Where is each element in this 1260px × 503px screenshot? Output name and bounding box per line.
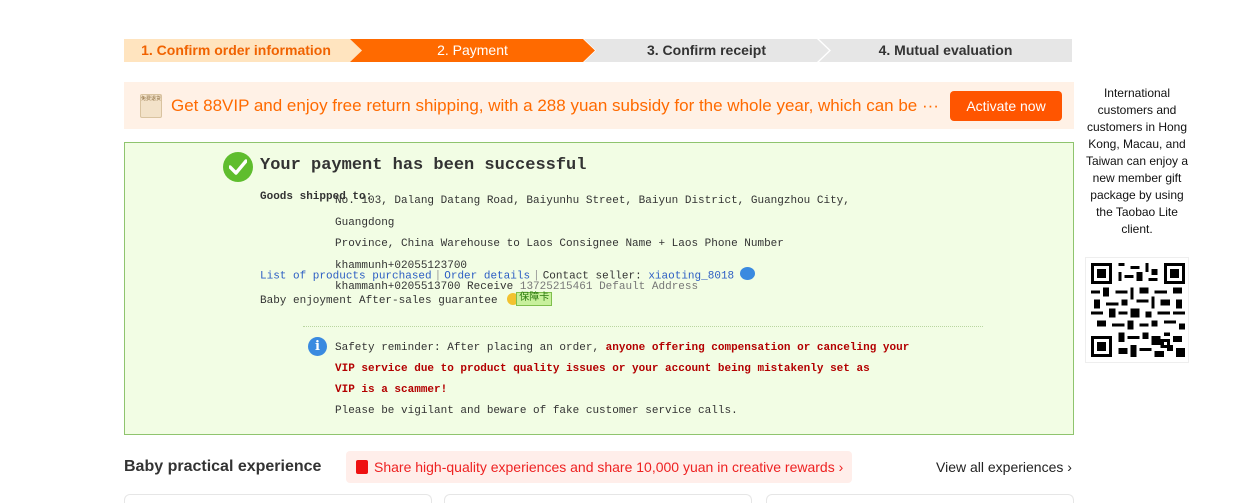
divider: | (533, 270, 540, 283)
safety-warning: VIP service due to product quality issue… (335, 363, 870, 375)
contact-seller-label: Contact seller: (542, 270, 642, 283)
address-line: No. 103, Dalang Datang Road, Baiyunhu St… (335, 195, 850, 229)
experience-card[interactable] (444, 494, 752, 503)
payment-success-panel: Your payment has been successful Goods s… (124, 142, 1074, 435)
experience-promo-banner[interactable]: Share high-quality experiences and share… (346, 451, 852, 483)
vip-banner: 免费退货 Get 88VIP and enjoy free return shi… (124, 82, 1074, 129)
activate-now-button[interactable]: Activate now (950, 91, 1062, 121)
order-details-link[interactable]: Order details (444, 270, 530, 282)
section-title: Baby practical experience (124, 458, 322, 475)
safety-warning: anyone offering compensation or cancelin… (605, 342, 910, 354)
chat-icon[interactable] (740, 267, 756, 280)
step-mutual-evaluation: 4. Mutual evaluation (819, 39, 1072, 62)
divider: | (434, 270, 442, 283)
guarantee-card-label: 保障卡 (516, 292, 553, 306)
order-links: List of products purchased | Order details… (260, 267, 756, 283)
step-confirm-receipt: 3. Confirm receipt (584, 39, 829, 62)
view-all-label: View all experiences (936, 459, 1064, 475)
vip-banner-message: Get 88VIP and enjoy free return shipping… (171, 96, 939, 115)
promo-label: Share high-quality experiences and share… (374, 459, 835, 475)
step-label: 4. Mutual evaluation (878, 42, 1013, 58)
step-payment: 2. Payment (350, 39, 595, 62)
step-label: 2. Payment (437, 42, 508, 58)
step-confirm-order: 1. Confirm order information (124, 39, 362, 62)
products-purchased-link[interactable]: List of products purchased (260, 270, 432, 282)
success-check-icon (223, 152, 253, 182)
safety-footer: Please be vigilant and beware of fake cu… (335, 405, 738, 417)
step-label: 1. Confirm order information (141, 42, 331, 58)
progress-steps: 1. Confirm order information 2. Payment … (124, 39, 1072, 62)
lite-client-promo: International customers and customers in… (1085, 86, 1189, 236)
after-sales-guarantee: Baby enjoyment After-sales guarantee 保障卡 (260, 292, 553, 307)
info-icon: i (308, 337, 327, 356)
promo-text: Share high-quality experiences and share… (374, 459, 844, 475)
safety-warning: VIP is a scammer! (335, 384, 448, 396)
safety-reminder: Safety reminder: After placing an order,… (335, 338, 915, 422)
seller-name-link[interactable]: xiaoting_8018 (648, 270, 734, 282)
safety-intro: Safety reminder: After placing an order, (335, 342, 606, 354)
default-address-tag: Default Address (599, 281, 699, 293)
free-return-badge-icon: 免费退货 (140, 94, 162, 118)
divider (303, 326, 983, 327)
experience-card[interactable] (124, 494, 432, 503)
gift-icon (356, 460, 368, 474)
guarantee-text: Baby enjoyment After-sales guarantee (260, 294, 498, 307)
view-all-experiences-link[interactable]: View all experiences › (936, 459, 1072, 475)
payment-success-title: Your payment has been successful (260, 156, 587, 175)
experience-card[interactable] (766, 494, 1074, 503)
step-label: 3. Confirm receipt (646, 42, 767, 58)
guarantee-card-icon[interactable]: 保障卡 (507, 292, 553, 306)
qr-code-icon (1085, 257, 1189, 363)
address-receiver: khammanh+0205513700 Receive (335, 281, 514, 293)
